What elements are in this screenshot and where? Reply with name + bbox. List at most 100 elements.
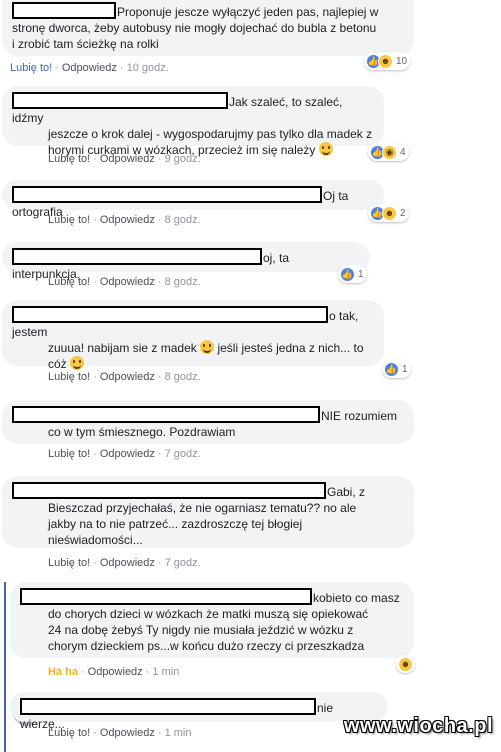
reaction-count: 2 <box>400 207 406 219</box>
separator: · <box>93 276 97 288</box>
reaction-summary[interactable]: 👍 ☻ 2 <box>368 204 409 222</box>
like-link[interactable]: Lubię to! <box>48 727 90 739</box>
reaction-summary[interactable]: 👍 ☻ 10 <box>364 52 411 70</box>
redacted-author-name <box>12 186 322 203</box>
comment-actions: Lubię to! · Odpowiedz · 9 godz. <box>48 153 201 165</box>
comment-text: cóż <box>48 357 67 371</box>
reply-link[interactable]: Odpowiedz <box>88 666 143 678</box>
separator: · <box>145 666 150 678</box>
watermark-logo: www.wiocha.pl <box>343 715 493 737</box>
comment-bubble: Gabi, z Bieszczad przyjechałaś, że nie o… <box>2 476 414 548</box>
separator: · <box>157 448 162 460</box>
timestamp[interactable]: 8 godz. <box>165 214 201 226</box>
comment-actions: Lubię to! · Odpowiedz · 8 godz. <box>48 276 201 288</box>
redacted-author-name <box>12 92 228 109</box>
separator: · <box>157 214 162 226</box>
reply-link[interactable]: Odpowiedz <box>100 448 155 460</box>
timestamp[interactable]: 9 godz. <box>165 153 201 165</box>
like-link[interactable]: Lubię to! <box>48 448 90 460</box>
separator: · <box>93 557 97 569</box>
like-link[interactable]: Lubię to! <box>48 557 90 569</box>
separator: · <box>157 153 162 165</box>
comment-text: 24 na dobę żebyś Ty nigdy nie musiała je… <box>48 623 354 637</box>
comment-text: jeszcze o krok dalej - wygospodarujmy pa… <box>48 127 373 141</box>
redacted-author-name <box>20 698 316 715</box>
smile-emoji-icon <box>318 142 333 156</box>
comment-actions: Lubię to! · Odpowiedz · 7 godz. <box>48 448 201 460</box>
comment-text: jeśli jesteś jedna z nich... to <box>217 341 364 355</box>
like-icon: 👍 <box>384 361 399 377</box>
reply-link[interactable]: Odpowiedz <box>100 557 155 569</box>
redacted-author-name <box>20 588 312 605</box>
separator: · <box>55 62 59 74</box>
haha-icon: ☻ <box>382 205 397 221</box>
smile-emoji-icon <box>200 340 215 354</box>
comment-text: NIE rozumiem <box>321 409 398 423</box>
timestamp[interactable]: 1 min <box>152 666 179 678</box>
haha-icon: ☻ <box>378 53 393 69</box>
comment-text: nieświadomości... <box>48 533 143 547</box>
like-link[interactable]: Lubię to! <box>48 276 90 288</box>
reaction-summary[interactable]: 👍 ◉ 4 <box>368 143 409 161</box>
comment-bubble: o tak, jestem zuuua! nabijam sie z madek… <box>2 300 384 371</box>
reply-link[interactable]: Odpowiedz <box>100 371 155 383</box>
comment-text: jakby na to nie patrzeć... zazdroszczę t… <box>48 517 303 531</box>
reaction-count: 1 <box>358 268 364 280</box>
comment-actions: Lubię to! · Odpowiedz · 8 godz. <box>48 371 201 383</box>
haha-reaction-link[interactable]: Ha ha <box>48 666 78 678</box>
timestamp[interactable]: 7 godz. <box>165 448 201 460</box>
like-icon: 👍 <box>340 266 355 282</box>
comment-bubble: oj, ta interpunkcja. <box>2 242 370 281</box>
separator: · <box>93 153 97 165</box>
redacted-author-name <box>12 306 328 323</box>
redacted-author-name <box>12 248 262 265</box>
timestamp[interactable]: 1 min <box>165 727 192 739</box>
thread-highlight-line <box>4 582 6 752</box>
smile-emoji-icon <box>70 356 85 370</box>
separator: · <box>157 557 162 569</box>
separator: · <box>80 666 85 678</box>
timestamp[interactable]: 7 godz. <box>165 557 201 569</box>
comment-actions: Lubię to! · Odpowiedz · 8 godz. <box>48 214 201 226</box>
timestamp[interactable]: 8 godz. <box>165 276 201 288</box>
comment-bubble: nie wierzę... <box>10 692 388 731</box>
redacted-author-name <box>12 2 116 19</box>
redacted-author-name <box>12 482 326 499</box>
reaction-summary[interactable]: ☻ <box>396 655 415 673</box>
haha-icon: ☻ <box>398 656 413 672</box>
reaction-count: 4 <box>400 146 406 158</box>
separator: · <box>157 727 162 739</box>
reaction-summary[interactable]: 👍 1 <box>338 265 367 283</box>
comment-text: Bieszczad przyjechałaś, że nie ogarniasz… <box>48 501 357 515</box>
comment-bubble: Oj ta ortografia <box>2 180 384 219</box>
reply-link[interactable]: Odpowiedz <box>100 276 155 288</box>
reply-link[interactable]: Odpowiedz <box>100 153 155 165</box>
comment-actions: Lubię to! · Odpowiedz · 7 godz. <box>48 557 201 569</box>
like-link[interactable]: Lubię to! <box>48 153 90 165</box>
reaction-count: 10 <box>396 55 408 67</box>
comment-bubble: kobieto co masz do chorych dzieci w wózk… <box>10 582 414 658</box>
comment-text: stronę dworca, żeby autobusy nie mogły d… <box>12 21 377 35</box>
comment-text: kobieto co masz <box>313 591 400 605</box>
separator: · <box>93 214 97 226</box>
comment-text: zuuua! nabijam sie z madek <box>48 341 197 355</box>
wow-icon: ◉ <box>382 144 397 160</box>
comment-bubble: Proponuje jescze wyłączyć jeden pas, naj… <box>2 0 414 56</box>
reply-link[interactable]: Odpowiedz <box>62 62 117 74</box>
timestamp[interactable]: 10 godz. <box>127 62 169 74</box>
separator: · <box>157 276 162 288</box>
timestamp[interactable]: 8 godz. <box>165 371 201 383</box>
comment-actions: Lubię to! · Odpowiedz · 1 min <box>48 727 192 739</box>
reply-link[interactable]: Odpowiedz <box>100 727 155 739</box>
comment-text: do chorych dzieci w wózkach że matki mus… <box>48 607 369 621</box>
like-link[interactable]: Lubię to! <box>10 62 52 74</box>
reply-link[interactable]: Odpowiedz <box>100 214 155 226</box>
reaction-summary[interactable]: 👍 1 <box>382 360 411 378</box>
like-link[interactable]: Lubię to! <box>48 214 90 226</box>
like-link[interactable]: Lubię to! <box>48 371 90 383</box>
comment-bubble: NIE rozumiem co w tym śmiesznego. Pozdra… <box>2 400 414 444</box>
separator: · <box>93 448 97 460</box>
comment-bubble: Jak szaleć, to szaleć, idźmy jeszcze o k… <box>2 86 384 157</box>
comment-text: chorym dzieckiem ps...w końcu dużo rzecz… <box>48 639 365 653</box>
comment-text: Gabi, z <box>327 485 366 499</box>
